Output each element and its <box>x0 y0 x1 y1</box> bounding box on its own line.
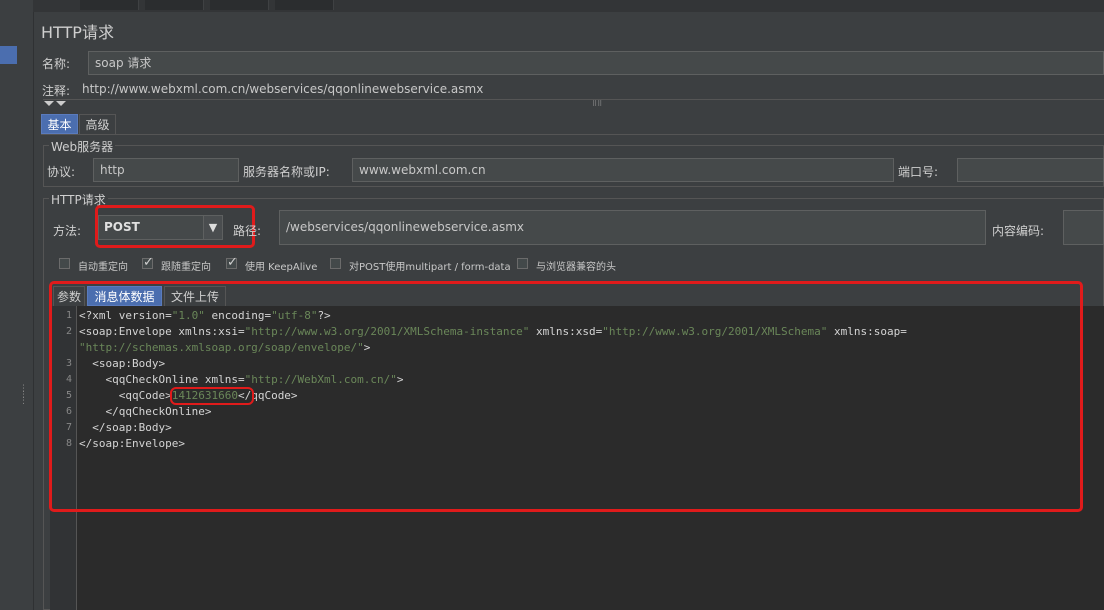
comment-input[interactable]: http://www.webxml.com.cn/webservices/qqo… <box>82 82 483 96</box>
encoding-label: 内容编码: <box>992 224 1045 238</box>
splitter-grip-icon[interactable]: ⋮ ⋮ ⋮ <box>19 385 29 406</box>
option-checkbox[interactable] <box>517 258 528 269</box>
tree-selected-item[interactable] <box>0 46 17 64</box>
server-input[interactable]: www.webxml.com.cn <box>352 158 894 182</box>
option-checkbox[interactable] <box>59 258 70 269</box>
name-label: 名称: <box>42 57 71 71</box>
path-label: 路径: <box>233 224 262 238</box>
method-highlight <box>95 205 255 248</box>
collapse-down-icon[interactable] <box>44 101 54 106</box>
option-label: 自动重定向 <box>78 262 128 273</box>
method-label: 方法: <box>53 224 82 238</box>
option-label: 与浏览器兼容的头 <box>536 262 616 273</box>
tab-basic[interactable]: 基本 <box>41 114 78 134</box>
encoding-input[interactable] <box>1063 210 1104 245</box>
option-checkbox[interactable]: ✓ <box>142 255 154 270</box>
option-label: 对POST使用multipart / form-data <box>349 262 511 273</box>
page-title: HTTP请求 <box>41 23 114 42</box>
tab-advanced[interactable]: 高级 <box>79 114 116 134</box>
path-input[interactable]: /webservices/qqonlinewebservice.asmx <box>279 210 986 245</box>
tab-divider <box>41 134 1104 135</box>
web-server-group-title: Web服务器 <box>49 138 116 155</box>
left-tree-panel <box>0 0 18 610</box>
qqcode-highlight <box>170 387 254 405</box>
toolbar-tab[interactable] <box>80 0 139 10</box>
toolbar-tab[interactable] <box>145 0 204 10</box>
check-icon: ✓ <box>143 255 154 270</box>
comment-label: 注释: <box>42 84 71 98</box>
toolbar-tab[interactable] <box>275 0 334 10</box>
collapse-down-icon[interactable] <box>56 101 66 106</box>
option-label: 跟随重定向 <box>161 262 211 273</box>
separator <box>43 99 1104 100</box>
check-icon: ✓ <box>227 255 238 270</box>
server-label: 服务器名称或IP: <box>243 165 330 179</box>
resize-grip-icon[interactable]: ⠿⠿ <box>592 100 602 108</box>
splitter[interactable] <box>17 0 34 610</box>
port-input[interactable] <box>957 158 1104 182</box>
port-label: 端口号: <box>898 165 939 179</box>
option-checkbox[interactable]: ✓ <box>226 255 238 270</box>
name-input[interactable]: soap 请求 <box>88 51 1104 75</box>
option-checkbox[interactable] <box>330 258 341 269</box>
option-label: 使用 KeepAlive <box>245 262 318 273</box>
protocol-label: 协议: <box>47 165 76 179</box>
toolbar-tab[interactable] <box>210 0 269 10</box>
protocol-input[interactable]: http <box>93 158 239 182</box>
